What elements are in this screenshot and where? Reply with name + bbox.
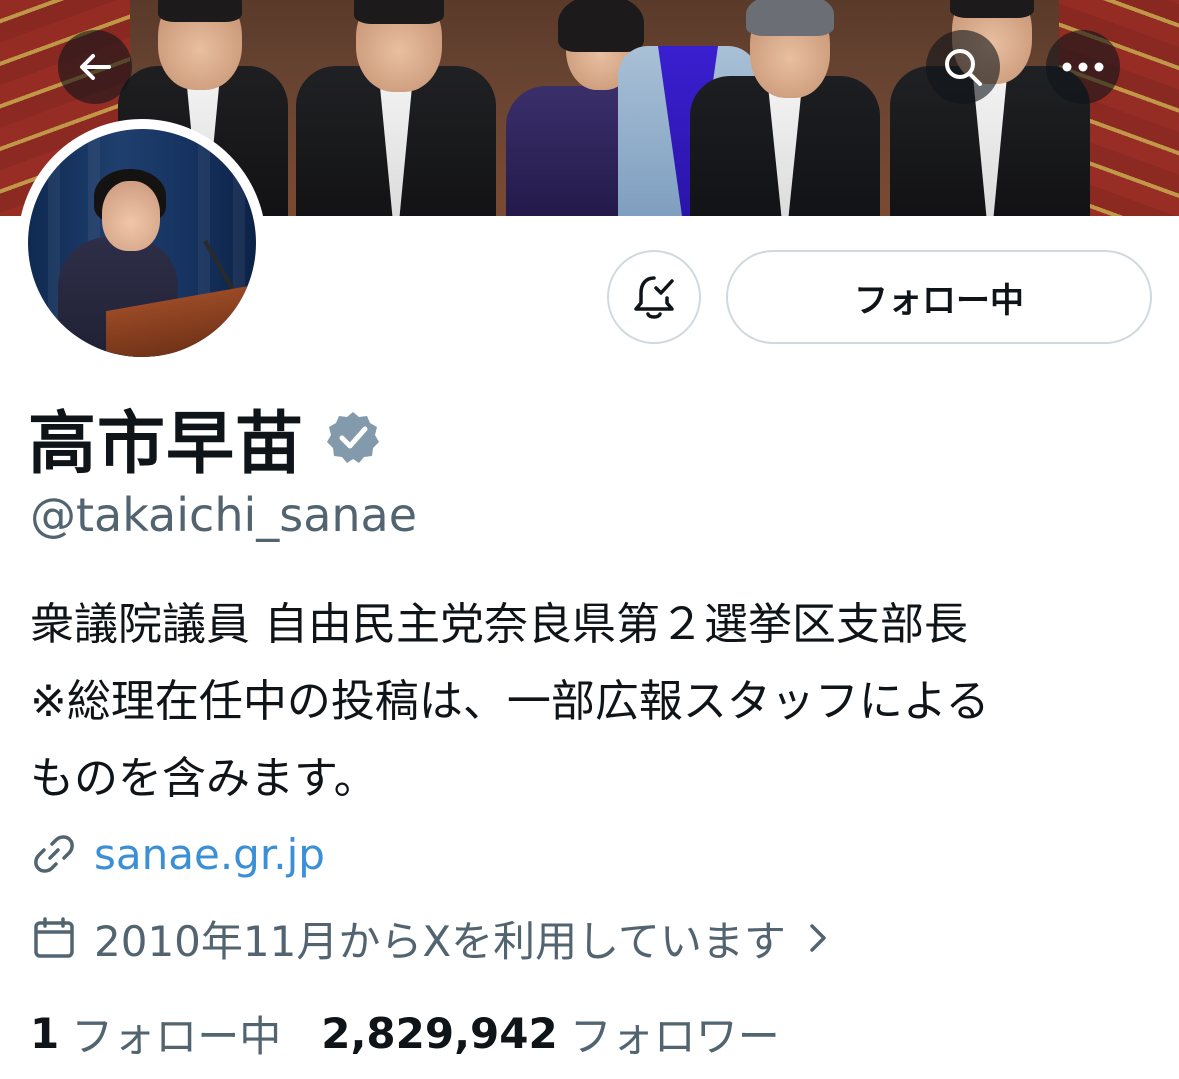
bio-line: 衆議院議員 自由民主党奈良県第２選挙区支部長 [30,599,968,650]
following-stat[interactable]: 1 フォロー中 [30,1003,281,1064]
banner-person [890,0,1090,216]
user-handle: @takaichi_sanae [30,488,418,542]
search-icon [945,49,982,86]
followers-count: 2,829,942 [321,1008,558,1058]
more-horizontal-icon [1062,62,1104,72]
banner-person [690,0,880,216]
following-label: フォロー中 [71,1011,282,1061]
profile-bio: 衆議院議員 自由民主党奈良県第２選挙区支部長 ※総理在任中の投稿は、一部広報スタ… [30,586,1150,817]
profile-avatar[interactable] [18,119,266,367]
banner-person [296,0,496,216]
joined-date: 2010年11月からXを利用しています [94,916,786,966]
chevron-right-icon [810,924,826,952]
more-button[interactable] [1046,30,1120,104]
verified-badge-icon[interactable] [326,410,380,464]
following-count: 1 [30,1008,60,1058]
calendar-icon [34,917,74,958]
display-name: 高市早苗 [28,404,305,484]
following-button-label: フォロー中 [854,280,1024,321]
joined-row[interactable]: 2010年11月からXを利用しています [30,906,848,970]
website-link[interactable]: sanae.gr.jp [94,830,325,879]
link-icon [34,835,74,873]
follow-stats: 1 フォロー中 2,829,942 フォロワー [30,1000,780,1066]
bell-check-icon [634,276,674,319]
search-button[interactable] [926,30,1000,104]
arrow-left-icon [80,54,111,80]
following-button[interactable]: フォロー中 [726,250,1152,344]
website-row[interactable]: sanae.gr.jp [30,822,325,886]
bio-line: ものを含みます。 [30,753,378,804]
bio-line: ※総理在任中の投稿は、一部広報スタッフによる [30,676,990,727]
followers-label: フォロワー [569,1011,780,1061]
back-button[interactable] [58,30,132,104]
notifications-button[interactable] [607,250,701,344]
avatar-photo [28,129,256,357]
followers-stat[interactable]: 2,829,942 フォロワー [321,1003,780,1064]
profile-name-row: 高市早苗 [28,394,380,484]
